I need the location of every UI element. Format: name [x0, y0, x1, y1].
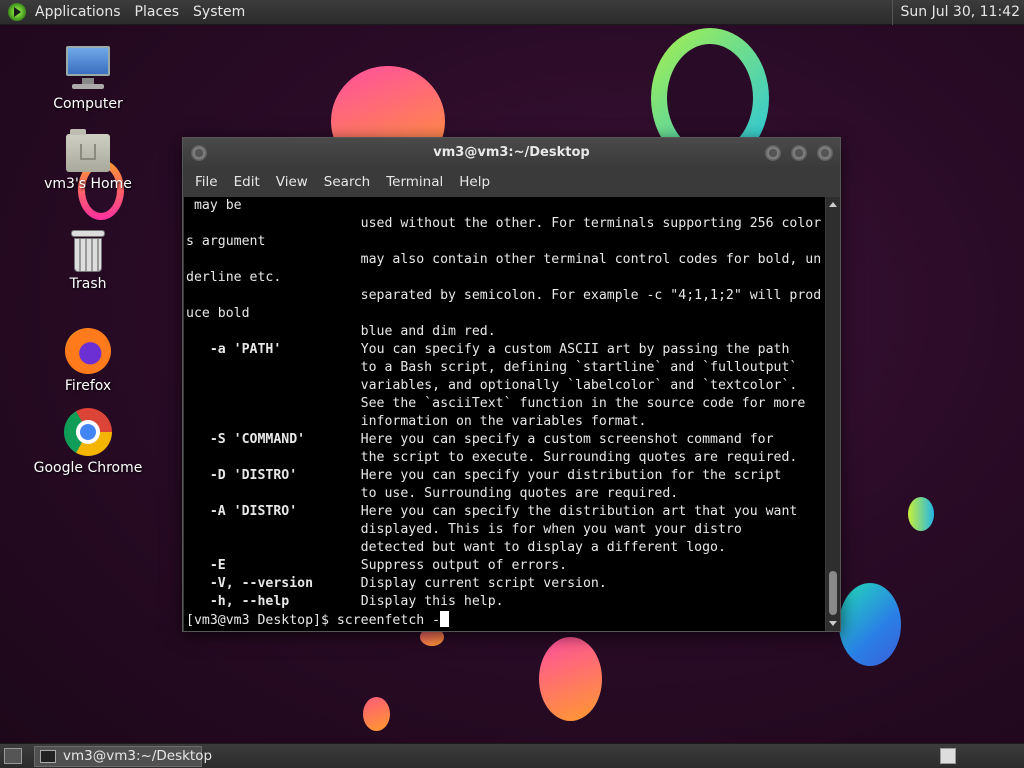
- window-menu-icon[interactable]: [191, 145, 207, 161]
- terminal-line: the script to execute. Surrounding quote…: [186, 450, 798, 465]
- scroll-up-arrow-icon[interactable]: [829, 202, 837, 207]
- desktop-icon-label: vm3's Home: [44, 176, 132, 192]
- terminal-line: s argument: [186, 234, 266, 249]
- terminal-line: detected but want to display a different…: [186, 540, 726, 555]
- wallpaper-blob: [539, 637, 602, 721]
- computer-icon: [64, 44, 112, 92]
- menu-applications[interactable]: Applications: [28, 0, 128, 25]
- terminal-output[interactable]: may be used without the other. For termi…: [184, 197, 825, 631]
- home-folder-icon: [66, 129, 110, 172]
- terminal-line: -a 'PATH' You can specify a custom ASCII…: [209, 342, 790, 357]
- trash-icon: [71, 230, 105, 272]
- terminal-line: See the `asciiText` function in the sour…: [186, 396, 806, 411]
- menu-help[interactable]: Help: [451, 174, 498, 190]
- text-cursor: [440, 611, 450, 627]
- menu-terminal[interactable]: Terminal: [378, 174, 451, 190]
- menu-file[interactable]: File: [187, 174, 226, 190]
- close-icon[interactable]: [817, 145, 833, 161]
- chrome-icon: [64, 408, 112, 456]
- minimize-icon[interactable]: [765, 145, 781, 161]
- terminal-icon: [40, 750, 56, 763]
- terminal-line: may also contain other terminal control …: [186, 252, 822, 267]
- desktop-icon-label: Firefox: [64, 378, 112, 394]
- desktop-icon-trash[interactable]: Trash: [28, 230, 148, 292]
- firefox-icon: [65, 328, 111, 374]
- desktop-icon-label: Trash: [69, 276, 107, 292]
- menu-places[interactable]: Places: [128, 0, 187, 25]
- terminal-menubar: File Edit View Search Terminal Help: [183, 168, 840, 196]
- terminal-line: displayed. This is for when you want you…: [186, 522, 742, 537]
- window-titlebar[interactable]: vm3@vm3:~/Desktop: [183, 138, 840, 168]
- terminal-line: information on the variables format.: [186, 414, 647, 429]
- menu-edit[interactable]: Edit: [226, 174, 268, 190]
- scroll-down-arrow-icon[interactable]: [829, 621, 837, 626]
- terminal-line: to a Bash script, defining `startline` a…: [186, 360, 798, 375]
- menu-view[interactable]: View: [268, 174, 316, 190]
- wallpaper-blob: [839, 583, 901, 666]
- window-title: vm3@vm3:~/Desktop: [433, 145, 590, 160]
- desktop-icon-computer[interactable]: Computer: [28, 44, 148, 112]
- terminal-line: blue and dim red.: [186, 324, 496, 339]
- terminal-scrollbar[interactable]: [826, 197, 840, 631]
- show-desktop-icon[interactable]: [4, 748, 22, 764]
- terminal-line: variables, and optionally `labelcolor` a…: [186, 378, 798, 393]
- terminal-line: to use. Surrounding quotes are required.: [186, 486, 679, 501]
- maximize-icon[interactable]: [791, 145, 807, 161]
- terminal-line: -h, --help Display this help.: [209, 594, 504, 609]
- terminal-line: uce bold: [186, 306, 250, 321]
- clock[interactable]: Sun Jul 30, 11:42: [891, 0, 1024, 25]
- terminal-line: used without the other. For terminals su…: [186, 216, 822, 231]
- taskbar-terminal-button[interactable]: vm3@vm3:~/Desktop: [34, 746, 212, 767]
- terminal-line: separated by semicolon. For example -c "…: [186, 288, 822, 303]
- terminal-prompt: [vm3@vm3 Desktop]$: [186, 613, 337, 628]
- terminal-line: derline etc.: [186, 270, 282, 285]
- wallpaper-blob: [908, 497, 934, 531]
- workspace-switcher[interactable]: [940, 748, 956, 764]
- terminal-line: -A 'DISTRO' Here you can specify the dis…: [209, 504, 798, 519]
- terminal-line: -D 'DISTRO' Here you can specify your di…: [209, 468, 782, 483]
- wallpaper-blob: [363, 697, 390, 731]
- terminal-line: may be: [186, 198, 242, 213]
- desktop-icon-label: Computer: [53, 96, 123, 112]
- top-panel: Applications Places System Sun Jul 30, 1…: [0, 0, 1024, 25]
- distro-logo-icon[interactable]: [8, 3, 26, 21]
- terminal-line: -V, --version Display current script ver…: [209, 576, 607, 591]
- terminal-window[interactable]: vm3@vm3:~/Desktop File Edit View Search …: [182, 137, 841, 632]
- terminal-input[interactable]: screenfetch -: [337, 613, 440, 628]
- desktop-icon-firefox[interactable]: Firefox: [28, 328, 148, 394]
- bottom-panel: vm3@vm3:~/Desktop: [0, 743, 1024, 768]
- terminal-line: -S 'COMMAND' Here you can specify a cust…: [209, 432, 774, 447]
- taskbar-label: vm3@vm3:~/Desktop: [63, 748, 213, 764]
- terminal-prompt-line[interactable]: [vm3@vm3 Desktop]$ screenfetch -: [184, 611, 825, 629]
- scrollbar-thumb[interactable]: [829, 571, 837, 615]
- menu-system[interactable]: System: [186, 0, 252, 25]
- menu-search[interactable]: Search: [316, 174, 378, 190]
- desktop-icon-label: Google Chrome: [33, 460, 143, 476]
- desktop-icon-home[interactable]: vm3's Home: [28, 129, 148, 192]
- terminal-line: -E Suppress output of errors.: [209, 558, 568, 573]
- desktop-icon-chrome[interactable]: Google Chrome: [28, 408, 148, 476]
